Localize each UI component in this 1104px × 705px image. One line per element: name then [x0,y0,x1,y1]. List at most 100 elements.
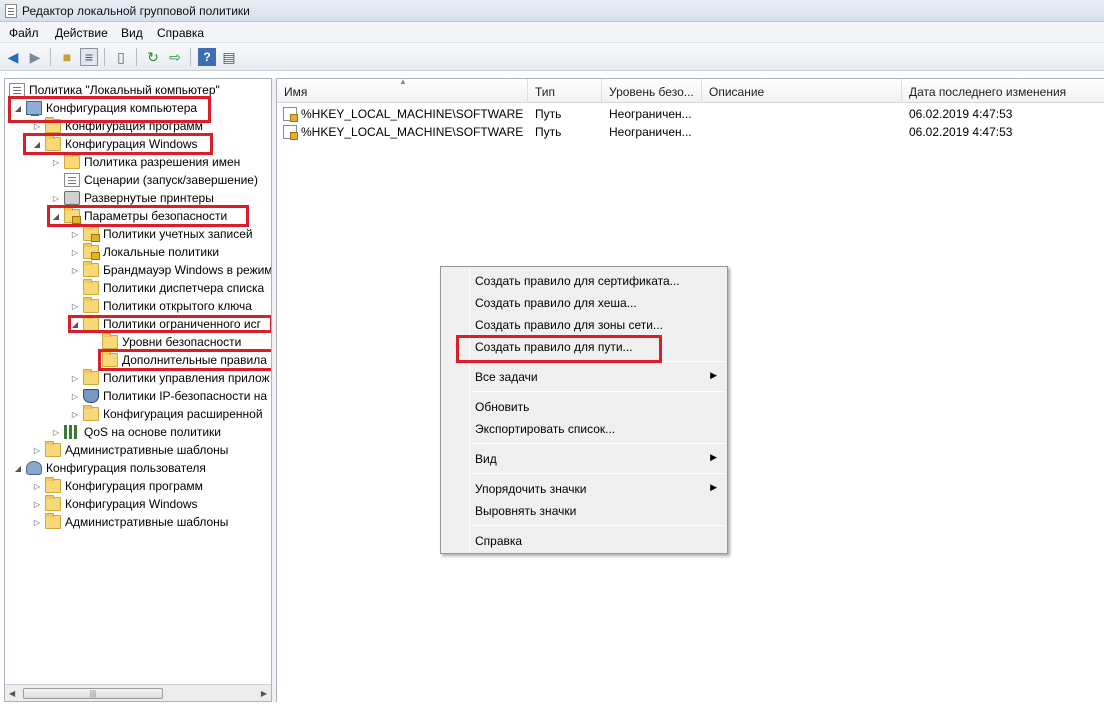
export-list-icon[interactable]: ⇨ [166,48,184,66]
expand-arrow-icon[interactable]: ▷ [51,157,61,167]
computer-icon [26,101,42,116]
up-folder-icon[interactable]: ■ [58,48,76,66]
menu-item-all-tasks[interactable]: Все задачи ▶ [475,370,721,388]
tree-node-root[interactable]: Политика "Локальный компьютер" [9,81,220,99]
table-row[interactable]: %HKEY_LOCAL_MACHINE\SOFTWARE\... Путь Не… [277,123,1104,141]
clipboard-icon[interactable]: ▯ [112,48,130,66]
scroll-left-arrow-icon[interactable]: ◀ [9,689,15,698]
column-type[interactable]: Тип [528,79,602,103]
expand-arrow-icon[interactable]: ▷ [32,445,42,455]
menu-item-hash-rule[interactable]: Создать правило для хеша... [475,296,721,314]
folder-icon [64,153,80,169]
tree-node-public-key-policies[interactable]: ▷ Политики открытого ключа [70,297,252,315]
scroll-right-arrow-icon[interactable]: ▶ [261,689,267,698]
tree-node-computer-config[interactable]: ◢ Конфигурация компьютера [13,99,197,117]
path-rule-icon [283,107,298,122]
tree-node-app-control[interactable]: ▷ Политики управления прилож [70,369,270,387]
tree-node-scripts[interactable]: Сценарии (запуск/завершение) [64,171,258,189]
tree-node-ip-security[interactable]: ▷ Политики IP-безопасности на [70,387,267,405]
folder-icon [45,441,61,457]
tree-node-additional-rules[interactable]: Дополнительные правила [102,351,267,369]
folder-icon [83,297,99,313]
tree-node-account-policies[interactable]: ▷ Политики учетных записей [70,225,253,243]
menu-item-help[interactable]: Справка [475,534,721,552]
expand-arrow-icon[interactable]: ▷ [32,481,42,491]
help-icon[interactable]: ? [198,48,216,66]
expand-arrow-icon[interactable]: ▷ [70,391,80,401]
menu-help[interactable]: Справка [157,26,204,40]
column-security-level[interactable]: Уровень безо... [602,79,702,103]
refresh-icon[interactable]: ↻ [144,48,162,66]
cell-security-level: Неограничен... [609,107,692,121]
back-arrow-icon[interactable]: ◀ [4,48,22,66]
tree-node-user-config[interactable]: ◢ Конфигурация пользователя [13,459,206,477]
forward-arrow-icon[interactable]: ▶ [26,48,44,66]
table-row[interactable]: %HKEY_LOCAL_MACHINE\SOFTWARE\... Путь Не… [277,105,1104,123]
menu-action[interactable]: Действие [55,26,108,40]
horizontal-scrollbar[interactable]: ◀ ||| ▶ [5,684,271,701]
context-menu: Создать правило для сертификата... Созда… [440,266,728,554]
tree-node-deployed-printers[interactable]: ▷ Развернутые принтеры [51,189,214,207]
tree-node-local-policies[interactable]: ▷ Локальные политики [70,243,219,261]
tree-node-user-software-settings[interactable]: ▷ Конфигурация программ [32,477,203,495]
cell-name: %HKEY_LOCAL_MACHINE\SOFTWARE\... [301,107,523,121]
menu-item-refresh[interactable]: Обновить [475,400,721,418]
collapse-arrow-icon[interactable]: ◢ [13,103,23,113]
menu-item-certificate-rule[interactable]: Создать правило для сертификата... [475,274,721,292]
tree-node-security-levels[interactable]: Уровни безопасности [102,333,241,351]
expand-arrow-icon[interactable]: ▷ [32,121,42,131]
collapse-arrow-icon[interactable]: ◢ [32,139,42,149]
folder-icon [83,315,99,331]
expand-arrow-icon[interactable]: ▷ [70,409,80,419]
menu-item-path-rule[interactable]: Создать правило для пути... [475,340,721,358]
console-tree[interactable]: Политика "Локальный компьютер" ◢ Конфигу… [4,78,272,702]
column-last-modified[interactable]: Дата последнего изменения [902,79,1104,103]
tree-node-advanced-audit[interactable]: ▷ Конфигурация расширенной [70,405,263,423]
menu-file[interactable]: Файл [9,26,39,40]
tree-node-windows-settings[interactable]: ◢ Конфигурация Windows [32,135,198,153]
menu-item-zone-rule[interactable]: Создать правило для зоны сети... [475,318,721,336]
column-header: ▲ Имя Тип Уровень безо... Описание Дата … [277,79,1104,103]
tree-node-qos[interactable]: ▷ QoS на основе политики [51,423,221,441]
expand-arrow-icon[interactable]: ▷ [70,265,80,275]
expand-arrow-icon[interactable]: ▷ [70,247,80,257]
expand-arrow-icon[interactable]: ▷ [32,517,42,527]
menu-item-export-list[interactable]: Экспортировать список... [475,422,721,440]
folder-lock-icon [83,225,100,242]
properties-icon[interactable]: ▤ [220,48,238,66]
folder-lock-icon [83,243,100,260]
menu-item-arrange-icons[interactable]: Упорядочить значки ▶ [475,482,721,500]
cell-type: Путь [535,107,562,121]
expand-arrow-icon[interactable]: ▷ [51,427,61,437]
tree-node-windows-firewall[interactable]: ▷ Брандмауэр Windows в режим [70,261,271,279]
tree-node-software-restriction[interactable]: ◢ Политики ограниченного исг [70,315,261,333]
folder-icon [45,495,61,511]
tree-node-name-resolution[interactable]: ▷ Политика разрешения имен [51,153,240,171]
expand-arrow-icon[interactable]: ▷ [32,499,42,509]
qos-chart-icon [64,425,80,439]
tree-node-security-settings[interactable]: ◢ Параметры безопасности [51,207,227,225]
collapse-arrow-icon[interactable]: ◢ [13,463,23,473]
expand-arrow-icon[interactable]: ▷ [70,229,80,239]
tree-node-admin-templates[interactable]: ▷ Административные шаблоны [32,441,228,459]
tree-node-user-admin-templates[interactable]: ▷ Административные шаблоны [32,513,228,531]
expand-arrow-icon[interactable]: ▷ [70,301,80,311]
column-description[interactable]: Описание [702,79,902,103]
column-name[interactable]: ▲ Имя [277,79,528,103]
tree-node-network-list-manager[interactable]: Политики диспетчера списка [83,279,264,297]
show-hide-tree-icon[interactable]: ≡ [80,48,98,66]
expand-arrow-icon[interactable]: ▷ [51,193,61,203]
menu-item-view[interactable]: Вид ▶ [475,452,721,470]
collapse-arrow-icon[interactable]: ◢ [70,319,80,329]
collapse-arrow-icon[interactable]: ◢ [51,211,61,221]
toolbar: ◀ ▶ ■ ≡ ▯ ↻ ⇨ ? ▤ [0,43,1104,71]
cell-type: Путь [535,125,562,139]
scrollbar-thumb[interactable]: ||| [23,688,163,699]
menu-view[interactable]: Вид [121,26,143,40]
menu-item-line-up-icons[interactable]: Выровнять значки [475,504,721,522]
folder-icon [45,477,61,493]
ip-security-icon [83,389,99,403]
expand-arrow-icon[interactable]: ▷ [70,373,80,383]
tree-node-software-settings[interactable]: ▷ Конфигурация программ [32,117,203,135]
tree-node-user-windows-settings[interactable]: ▷ Конфигурация Windows [32,495,198,513]
